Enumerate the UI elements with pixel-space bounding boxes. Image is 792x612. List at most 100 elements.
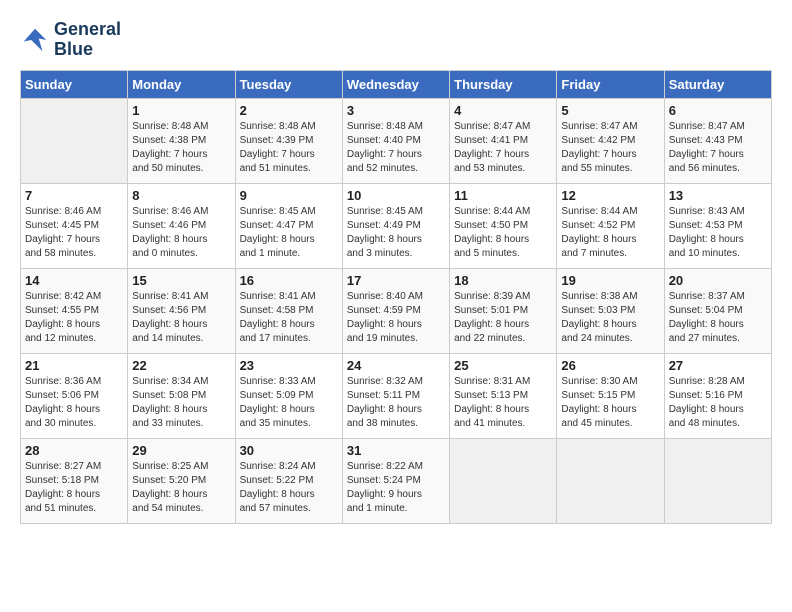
calendar-table: SundayMondayTuesdayWednesdayThursdayFrid…: [20, 70, 772, 524]
calendar-week-row: 14 Sunrise: 8:42 AMSunset: 4:55 PMDayligh…: [21, 268, 772, 353]
day-number: 23: [240, 358, 338, 373]
day-info: Sunrise: 8:41 AMSunset: 4:56 PMDaylight:…: [132, 290, 230, 346]
day-number: 13: [669, 188, 767, 203]
calendar-cell: 5Sunrise: 8:47 AMSunset: 4:42 PMDaylight…: [557, 98, 664, 183]
day-info: Sunrise: 8:34 AMSunset: 5:08 PMDaylight:…: [132, 375, 230, 431]
weekday-header: Thursday: [450, 70, 557, 98]
weekday-header: Sunday: [21, 70, 128, 98]
page-header: General Blue: [20, 20, 772, 60]
calendar-cell: 24 Sunrise: 8:32 AMSunset: 5:11 PMDayligh…: [342, 353, 449, 438]
day-info: Sunrise: 8:33 AMSunset: 5:09 PMDaylight:…: [240, 375, 338, 431]
calendar-week-row: 7 Sunrise: 8:46 AMSunset: 4:45 PMDaylight…: [21, 183, 772, 268]
day-number: 5: [561, 103, 659, 118]
day-info: Sunrise: 8:48 AMSunset: 4:40 PMDaylight:…: [347, 120, 445, 176]
weekday-header: Monday: [128, 70, 235, 98]
calendar-cell: 12Sunrise: 8:44 AMSunset: 4:52 PMDayligh…: [557, 183, 664, 268]
day-number: 15: [132, 273, 230, 288]
day-info: Sunrise: 8:40 AMSunset: 4:59 PMDaylight:…: [347, 290, 445, 346]
day-info: Sunrise: 8:31 AMSunset: 5:13 PMDaylight:…: [454, 375, 552, 431]
calendar-week-row: 1Sunrise: 8:48 AMSunset: 4:38 PMDaylight…: [21, 98, 772, 183]
day-number: 6: [669, 103, 767, 118]
calendar-cell: 21 Sunrise: 8:36 AMSunset: 5:06 PMDayligh…: [21, 353, 128, 438]
day-info: Sunrise: 8:30 AMSunset: 5:15 PMDaylight:…: [561, 375, 659, 431]
calendar-cell: 9 Sunrise: 8:45 AMSunset: 4:47 PMDaylight…: [235, 183, 342, 268]
calendar-cell: 1Sunrise: 8:48 AMSunset: 4:38 PMDaylight…: [128, 98, 235, 183]
day-number: 20: [669, 273, 767, 288]
weekday-header: Saturday: [664, 70, 771, 98]
day-number: 21: [25, 358, 123, 373]
calendar-cell: 10 Sunrise: 8:45 AMSunset: 4:49 PMDayligh…: [342, 183, 449, 268]
calendar-cell: 16 Sunrise: 8:41 AMSunset: 4:58 PMDayligh…: [235, 268, 342, 353]
calendar-cell: 26 Sunrise: 8:30 AMSunset: 5:15 PMDayligh…: [557, 353, 664, 438]
day-info: Sunrise: 8:27 AMSunset: 5:18 PMDaylight:…: [25, 460, 123, 516]
day-number: 3: [347, 103, 445, 118]
day-info: Sunrise: 8:36 AMSunset: 5:06 PMDaylight:…: [25, 375, 123, 431]
calendar-cell: [21, 98, 128, 183]
day-number: 10: [347, 188, 445, 203]
calendar-cell: 15 Sunrise: 8:41 AMSunset: 4:56 PMDayligh…: [128, 268, 235, 353]
day-number: 22: [132, 358, 230, 373]
day-number: 4: [454, 103, 552, 118]
calendar-cell: 28Sunrise: 8:27 AMSunset: 5:18 PMDayligh…: [21, 438, 128, 523]
calendar-cell: 11 Sunrise: 8:44 AMSunset: 4:50 PMDayligh…: [450, 183, 557, 268]
calendar-cell: 4Sunrise: 8:47 AMSunset: 4:41 PMDaylight…: [450, 98, 557, 183]
day-info: Sunrise: 8:32 AMSunset: 5:11 PMDaylight:…: [347, 375, 445, 431]
calendar-cell: 30Sunrise: 8:24 AMSunset: 5:22 PMDayligh…: [235, 438, 342, 523]
day-info: Sunrise: 8:22 AMSunset: 5:24 PMDaylight:…: [347, 460, 445, 516]
day-number: 16: [240, 273, 338, 288]
calendar-cell: 7 Sunrise: 8:46 AMSunset: 4:45 PMDaylight…: [21, 183, 128, 268]
calendar-cell: 31Sunrise: 8:22 AMSunset: 5:24 PMDayligh…: [342, 438, 449, 523]
calendar-cell: 25 Sunrise: 8:31 AMSunset: 5:13 PMDayligh…: [450, 353, 557, 438]
day-info: Sunrise: 8:46 AMSunset: 4:46 PMDaylight:…: [132, 205, 230, 261]
day-number: 7: [25, 188, 123, 203]
calendar-cell: [450, 438, 557, 523]
calendar-cell: 29 Sunrise: 8:25 AMSunset: 5:20 PMDayligh…: [128, 438, 235, 523]
day-info: Sunrise: 8:41 AMSunset: 4:58 PMDaylight:…: [240, 290, 338, 346]
day-number: 14: [25, 273, 123, 288]
day-number: 9: [240, 188, 338, 203]
calendar-cell: 3 Sunrise: 8:48 AMSunset: 4:40 PMDaylight…: [342, 98, 449, 183]
day-number: 11: [454, 188, 552, 203]
day-info: Sunrise: 8:46 AMSunset: 4:45 PMDaylight:…: [25, 205, 123, 261]
calendar-cell: 13 Sunrise: 8:43 AMSunset: 4:53 PMDayligh…: [664, 183, 771, 268]
day-info: Sunrise: 8:45 AMSunset: 4:47 PMDaylight:…: [240, 205, 338, 261]
day-number: 29: [132, 443, 230, 458]
day-number: 25: [454, 358, 552, 373]
calendar-week-row: 21 Sunrise: 8:36 AMSunset: 5:06 PMDayligh…: [21, 353, 772, 438]
day-info: Sunrise: 8:44 AMSunset: 4:52 PMDaylight:…: [561, 205, 659, 261]
calendar-cell: 22 Sunrise: 8:34 AMSunset: 5:08 PMDayligh…: [128, 353, 235, 438]
calendar-cell: 17Sunrise: 8:40 AMSunset: 4:59 PMDayligh…: [342, 268, 449, 353]
day-info: Sunrise: 8:42 AMSunset: 4:55 PMDaylight:…: [25, 290, 123, 346]
day-info: Sunrise: 8:43 AMSunset: 4:53 PMDaylight:…: [669, 205, 767, 261]
day-info: Sunrise: 8:25 AMSunset: 5:20 PMDaylight:…: [132, 460, 230, 516]
day-number: 19: [561, 273, 659, 288]
day-number: 18: [454, 273, 552, 288]
day-info: Sunrise: 8:45 AMSunset: 4:49 PMDaylight:…: [347, 205, 445, 261]
day-number: 24: [347, 358, 445, 373]
weekday-header: Friday: [557, 70, 664, 98]
day-info: Sunrise: 8:38 AMSunset: 5:03 PMDaylight:…: [561, 290, 659, 346]
logo-icon: [20, 25, 50, 55]
day-info: Sunrise: 8:47 AMSunset: 4:43 PMDaylight:…: [669, 120, 767, 176]
calendar-cell: 27 Sunrise: 8:28 AMSunset: 5:16 PMDayligh…: [664, 353, 771, 438]
day-info: Sunrise: 8:44 AMSunset: 4:50 PMDaylight:…: [454, 205, 552, 261]
day-info: Sunrise: 8:24 AMSunset: 5:22 PMDaylight:…: [240, 460, 338, 516]
calendar-cell: 6 Sunrise: 8:47 AMSunset: 4:43 PMDaylight…: [664, 98, 771, 183]
calendar-week-row: 28Sunrise: 8:27 AMSunset: 5:18 PMDayligh…: [21, 438, 772, 523]
weekday-header: Tuesday: [235, 70, 342, 98]
logo-text: General Blue: [54, 20, 121, 60]
calendar-cell: 20 Sunrise: 8:37 AMSunset: 5:04 PMDayligh…: [664, 268, 771, 353]
weekday-header: Wednesday: [342, 70, 449, 98]
day-info: Sunrise: 8:48 AMSunset: 4:39 PMDaylight:…: [240, 120, 338, 176]
day-info: Sunrise: 8:37 AMSunset: 5:04 PMDaylight:…: [669, 290, 767, 346]
day-number: 26: [561, 358, 659, 373]
calendar-cell: 2Sunrise: 8:48 AMSunset: 4:39 PMDaylight…: [235, 98, 342, 183]
day-info: Sunrise: 8:28 AMSunset: 5:16 PMDaylight:…: [669, 375, 767, 431]
calendar-cell: 18 Sunrise: 8:39 AMSunset: 5:01 PMDayligh…: [450, 268, 557, 353]
calendar-cell: [664, 438, 771, 523]
day-number: 27: [669, 358, 767, 373]
calendar-cell: 19 Sunrise: 8:38 AMSunset: 5:03 PMDayligh…: [557, 268, 664, 353]
day-info: Sunrise: 8:48 AMSunset: 4:38 PMDaylight:…: [132, 120, 230, 176]
day-info: Sunrise: 8:39 AMSunset: 5:01 PMDaylight:…: [454, 290, 552, 346]
day-number: 8: [132, 188, 230, 203]
